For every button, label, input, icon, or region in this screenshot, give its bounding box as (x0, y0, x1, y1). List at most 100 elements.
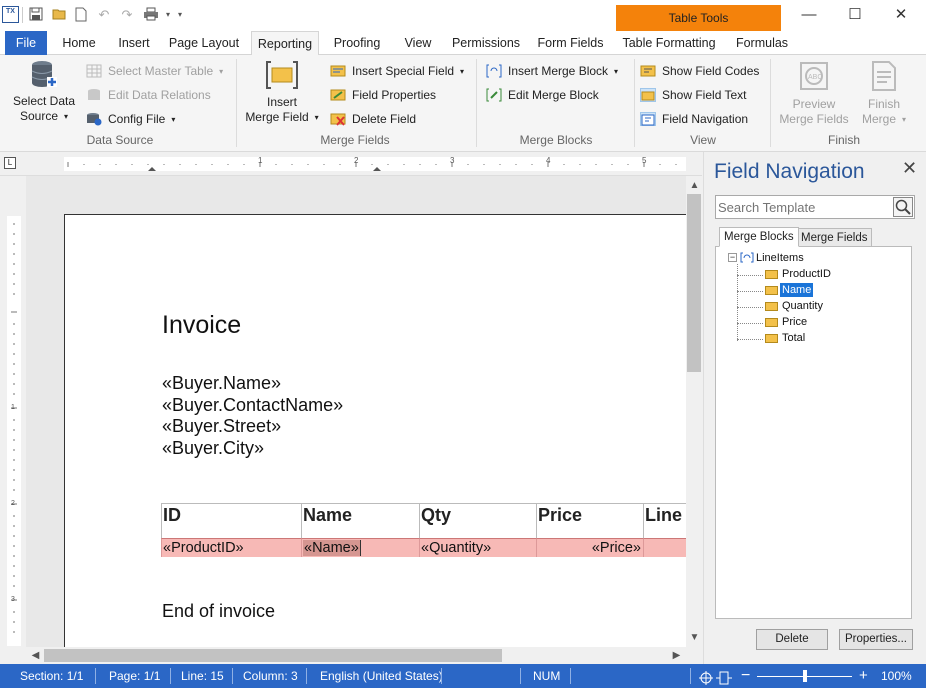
edit-data-relations-button[interactable]: Edit Data Relations (86, 86, 211, 104)
table-header-cell[interactable]: Name (301, 503, 419, 538)
tab-insert[interactable]: Insert (110, 31, 158, 55)
table-header-cell[interactable]: Line (643, 503, 686, 538)
tab-home[interactable]: Home (56, 31, 102, 55)
zoom-in-icon[interactable]: + (859, 664, 868, 688)
buyer-contact-field[interactable]: «Buyer.ContactName» (162, 395, 343, 416)
close-button[interactable]: ✕ (878, 3, 924, 27)
maximize-button[interactable]: ☐ (832, 3, 878, 27)
insert-merge-field-button[interactable]: Insert Merge Field ▾ (244, 60, 320, 125)
open-folder-icon[interactable] (52, 7, 68, 23)
tree-item-productid[interactable]: ProductID (782, 267, 831, 281)
buyer-name-field[interactable]: «Buyer.Name» (162, 373, 281, 394)
scroll-left-icon[interactable]: ◀ (28, 648, 43, 663)
name-merge-field[interactable]: «Name» (303, 540, 361, 556)
undo-icon[interactable]: ↶ (96, 7, 112, 23)
group-label-data-source: Data Source (86, 133, 154, 147)
vertical-ruler[interactable]: 1 2 3 (0, 176, 26, 647)
chevron-down-icon: ▾ (460, 66, 465, 76)
finish-merge-icon (870, 60, 898, 92)
close-panel-icon[interactable]: ✕ (902, 158, 917, 179)
delete-button[interactable]: Delete (756, 629, 828, 650)
table-header-cell[interactable]: ID (161, 503, 301, 538)
svg-text:1: 1 (258, 157, 263, 165)
select-master-table-button[interactable]: Select Master Table ▾ (86, 62, 223, 80)
tree-item-price[interactable]: Price (782, 315, 807, 329)
group-label-merge-fields: Merge Fields (320, 133, 390, 147)
scroll-right-icon[interactable]: ▶ (669, 648, 684, 663)
collapse-node-icon[interactable]: − (728, 253, 737, 262)
svg-text:2: 2 (354, 157, 359, 165)
edit-merge-block-button[interactable]: Edit Merge Block (486, 86, 599, 104)
price-merge-field[interactable]: «Price» (536, 538, 643, 557)
zoom-slider-thumb[interactable] (802, 670, 807, 682)
document-page[interactable]: Invoice «Buyer.Name» «Buyer.ContactName»… (64, 214, 686, 647)
redo-icon[interactable]: ↷ (119, 7, 135, 23)
document-area[interactable]: Invoice «Buyer.Name» «Buyer.ContactName»… (26, 176, 686, 647)
scroll-down-icon[interactable]: ▼ (687, 630, 702, 645)
search-icon[interactable] (893, 197, 913, 217)
productid-merge-field[interactable]: «ProductID» (161, 538, 301, 557)
tab-form-fields[interactable]: Form Fields (533, 31, 608, 55)
select-data-source-button[interactable]: Select Data Source ▾ (8, 60, 80, 124)
vertical-scroll-thumb[interactable] (687, 194, 701, 372)
insert-special-field-button[interactable]: Insert Special Field ▾ (330, 62, 464, 80)
tree-connector (737, 275, 763, 276)
preview-merge-fields-button[interactable]: ABC Preview Merge Fields (776, 60, 852, 127)
merge-block-icon (486, 64, 502, 78)
tab-file[interactable]: File (5, 31, 47, 55)
horizontal-scrollbar[interactable]: ◀ ▶ (26, 647, 686, 664)
search-field[interactable] (715, 195, 915, 219)
zoom-out-icon[interactable]: − (741, 664, 750, 688)
buyer-street-field[interactable]: «Buyer.Street» (162, 416, 281, 437)
minimize-button[interactable]: — (786, 3, 832, 27)
group-separator (770, 59, 771, 147)
tab-merge-fields[interactable]: Merge Fields (796, 228, 873, 247)
tab-formulas[interactable]: Formulas (730, 31, 794, 55)
show-field-codes-button[interactable]: Show Field Codes (640, 62, 759, 80)
name-cell[interactable]: «Name» (301, 538, 419, 557)
table-header-cell[interactable]: Price (536, 503, 643, 538)
tab-merge-blocks[interactable]: Merge Blocks (719, 227, 799, 247)
horizontal-ruler[interactable]: L 1 2 3 4 5 (0, 152, 702, 176)
status-separator (570, 668, 571, 684)
tree-item-lineitems[interactable]: LineItems (756, 251, 804, 265)
new-document-icon[interactable] (73, 7, 89, 23)
table-header-cell[interactable]: Qty (419, 503, 536, 538)
tree-item-quantity[interactable]: Quantity (782, 299, 823, 313)
tab-page-layout[interactable]: Page Layout (166, 31, 242, 55)
field-navigation-button[interactable]: Field Navigation (640, 110, 748, 128)
vertical-scrollbar[interactable]: ▲ ▼ (686, 176, 703, 647)
tab-permissions[interactable]: Permissions (446, 31, 526, 55)
tab-stop-selector[interactable]: L (4, 157, 16, 169)
customize-qat-icon[interactable]: ▾ (172, 7, 188, 23)
tree-item-total[interactable]: Total (782, 331, 805, 345)
merge-block-tree[interactable]: − LineItems ProductID Name Quantity Pric… (715, 246, 912, 619)
save-icon[interactable] (28, 7, 44, 23)
scroll-up-icon[interactable]: ▲ (687, 178, 702, 193)
print-icon[interactable] (143, 7, 159, 23)
line-total-cell[interactable] (643, 538, 686, 557)
status-language[interactable]: English (United States) (320, 664, 443, 688)
search-input[interactable] (718, 198, 888, 216)
view-mode-icon[interactable] (699, 669, 713, 685)
insert-merge-block-button[interactable]: Insert Merge Block ▾ (486, 62, 618, 80)
tab-view[interactable]: View (398, 31, 438, 55)
table-tools-context-tab: Table Tools (616, 5, 781, 31)
quantity-merge-field[interactable]: «Quantity» (419, 538, 536, 557)
zoom-level[interactable]: 100% (881, 664, 912, 688)
tree-item-name[interactable]: Name (780, 283, 814, 297)
show-field-text-button[interactable]: Show Field Text (640, 86, 747, 104)
invoice-title[interactable]: Invoice (162, 311, 241, 340)
page-view-icon[interactable] (716, 669, 732, 685)
end-of-invoice-text[interactable]: End of invoice (162, 601, 275, 622)
buyer-city-field[interactable]: «Buyer.City» (162, 438, 264, 459)
tab-proofing[interactable]: Proofing (327, 31, 387, 55)
finish-merge-button[interactable]: Finish Merge ▾ (856, 60, 912, 127)
tab-reporting[interactable]: Reporting (251, 31, 319, 56)
config-file-button[interactable]: Config File ▾ (86, 110, 175, 128)
tab-table-formatting[interactable]: Table Formatting (617, 31, 721, 55)
horizontal-scroll-thumb[interactable] (44, 649, 502, 662)
properties-button[interactable]: Properties... (839, 629, 913, 650)
delete-field-button[interactable]: Delete Field (330, 110, 416, 128)
field-properties-button[interactable]: Field Properties (330, 86, 436, 104)
